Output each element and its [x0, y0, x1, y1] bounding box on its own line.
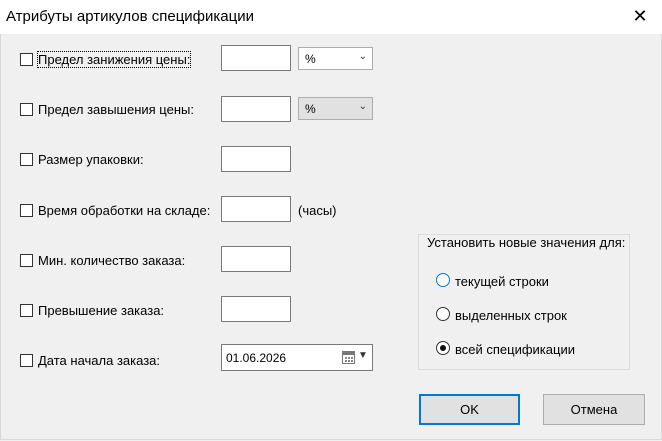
price-upper-limit-checkbox[interactable] — [20, 103, 33, 116]
calendar-icon[interactable] — [342, 351, 355, 364]
price-upper-limit-label: Предел завышения цены: — [38, 102, 194, 117]
min-order-qty-label: Мин. количество заказа: — [38, 253, 186, 268]
price-lower-limit-checkbox[interactable] — [20, 53, 33, 66]
chevron-down-icon[interactable]: ▼ — [358, 350, 368, 361]
warehouse-time-input[interactable] — [221, 196, 291, 222]
order-start-date-label: Дата начала заказа: — [38, 353, 161, 368]
warehouse-time-unit: (часы) — [298, 203, 337, 218]
order-start-date-picker[interactable]: 01.06.2026 ▼ — [221, 344, 373, 371]
radio-selected-rows-label: выделенных строк — [455, 308, 567, 323]
order-excess-label: Превышение заказа: — [38, 303, 165, 318]
apply-scope-title: Установить новые значения для: — [424, 235, 629, 250]
radio-whole-spec-label: всей спецификации — [455, 342, 575, 357]
price-lower-limit-unit-select[interactable]: % ⌄ — [298, 47, 373, 70]
package-size-label: Размер упаковки: — [38, 152, 144, 167]
warehouse-time-checkbox[interactable] — [20, 204, 33, 217]
window-title: Атрибуты артикулов спецификации — [6, 8, 254, 25]
radio-current-row-label: текущей строки — [455, 274, 549, 289]
price-upper-limit-input[interactable] — [221, 96, 291, 122]
package-size-input[interactable] — [221, 146, 291, 172]
ok-button[interactable]: OK — [419, 394, 520, 425]
package-size-checkbox[interactable] — [20, 153, 33, 166]
order-excess-checkbox[interactable] — [20, 304, 33, 317]
warehouse-time-label: Время обработки на складе: — [38, 203, 211, 218]
price-upper-limit-unit-value: % — [305, 102, 316, 116]
radio-selected-rows[interactable] — [436, 307, 450, 321]
radio-current-row[interactable] — [436, 273, 450, 287]
price-lower-limit-label: Предел занижения цены: — [36, 51, 192, 68]
order-start-date-value: 01.06.2026 — [226, 351, 287, 365]
chevron-down-icon: ⌄ — [358, 101, 367, 112]
order-excess-input[interactable] — [221, 296, 291, 322]
radio-whole-spec[interactable] — [436, 341, 450, 355]
min-order-qty-input[interactable] — [221, 246, 291, 272]
price-lower-limit-unit-value: % — [305, 52, 316, 66]
order-start-date-checkbox[interactable] — [20, 354, 33, 367]
price-lower-limit-input[interactable] — [221, 45, 291, 71]
cancel-button[interactable]: Отмена — [543, 394, 645, 425]
radio-selected-dot — [440, 345, 446, 351]
min-order-qty-checkbox[interactable] — [20, 254, 33, 267]
close-icon[interactable]: ✕ — [630, 6, 650, 26]
chevron-down-icon: ⌄ — [358, 51, 367, 62]
price-upper-limit-unit-select[interactable]: % ⌄ — [298, 97, 373, 120]
